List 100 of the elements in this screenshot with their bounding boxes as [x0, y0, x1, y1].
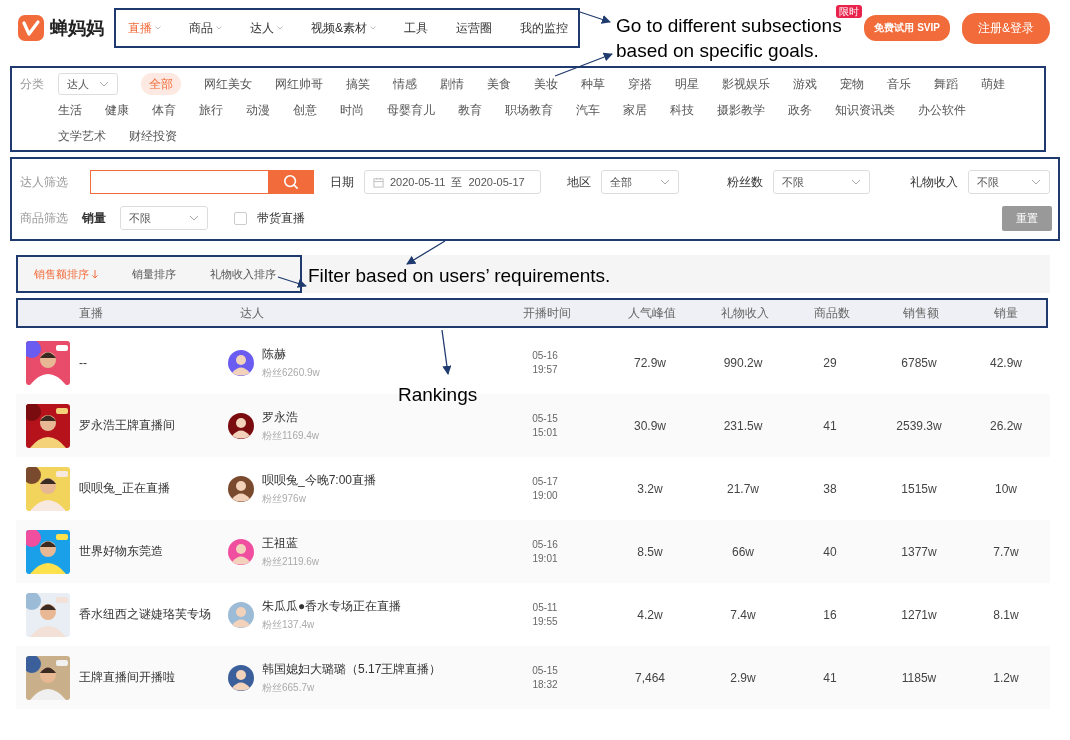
category-item[interactable]: 情感 — [393, 73, 417, 95]
logo-icon — [18, 15, 44, 41]
live-room-title: 世界好物东莞造 — [79, 543, 163, 560]
table-cell-text: 30.9w — [633, 418, 667, 433]
chevron-down-icon — [189, 215, 199, 221]
creator-name: 韩国媳妇大璐璐（5.17王牌直播） — [262, 660, 442, 678]
fans-select[interactable]: 不限 — [773, 170, 870, 194]
logo-text: 蝉妈妈 — [50, 17, 104, 40]
annotation-text: Filter based on users’ requirements. — [308, 265, 611, 287]
category-item[interactable]: 旅行 — [199, 99, 223, 121]
category-item[interactable]: 家居 — [623, 99, 647, 121]
table-cell-text: 3.2w — [636, 481, 664, 496]
start-time: 19:55 — [532, 614, 558, 629]
table-cell-text: 41 — [822, 670, 838, 685]
nav-item[interactable]: 商品 — [189, 19, 222, 37]
category-item[interactable]: 职场教育 — [505, 99, 553, 121]
nav-item[interactable]: 我的监控 — [520, 19, 568, 37]
category-item[interactable]: 明星 — [675, 73, 699, 95]
category-item[interactable]: 办公软件 — [918, 99, 966, 121]
category-label: 分类 — [20, 76, 44, 93]
category-item[interactable]: 萌娃 — [981, 73, 1005, 95]
creator-name: 呗呗兔_今晚7:00直播 — [262, 471, 377, 489]
table-cell-text: 7.4w — [729, 607, 757, 622]
category-item[interactable]: 剧情 — [440, 73, 464, 95]
table-cell-text: 10w — [994, 481, 1018, 496]
gift-income-select[interactable]: 不限 — [968, 170, 1050, 194]
avatar-icon — [228, 601, 254, 628]
table-cell-text: 21.7w — [726, 481, 760, 496]
category-item[interactable]: 时尚 — [340, 99, 364, 121]
category-item[interactable]: 网红帅哥 — [275, 73, 323, 95]
chevron-down-icon — [1031, 179, 1041, 185]
chevron-down-icon — [99, 81, 109, 87]
column-header: 销售额 — [902, 304, 940, 322]
column-header: 达人 — [239, 304, 265, 322]
category-item[interactable]: 美食 — [487, 73, 511, 95]
table-cell-text: 4.2w — [636, 607, 664, 622]
category-item[interactable]: 种草 — [581, 73, 605, 95]
table-cell-text: 7,464 — [634, 670, 666, 685]
category-item[interactable]: 音乐 — [887, 73, 911, 95]
region-select[interactable]: 全部 — [601, 170, 680, 194]
live-room-title: 香水纽西之谜婕珞芙专场 — [79, 606, 211, 623]
limited-time-badge: 限时 — [836, 5, 862, 18]
search-field[interactable] — [90, 170, 268, 194]
sort-tab[interactable]: 销量排序 — [132, 266, 176, 282]
category-item[interactable]: 文学艺术 — [58, 125, 106, 147]
sort-tab[interactable]: 礼物收入排序 — [210, 266, 276, 282]
category-item[interactable]: 创意 — [293, 99, 317, 121]
annotation-text: Go to different subsections based on specific goals. — [616, 15, 842, 63]
fans-count: 粉丝665.7w — [262, 680, 316, 695]
table-cell-text: 66w — [731, 544, 755, 559]
category-item[interactable]: 影视娱乐 — [722, 73, 770, 95]
avatar-icon — [228, 538, 254, 565]
category-item[interactable]: 汽车 — [576, 99, 600, 121]
category-item[interactable]: 母婴育儿 — [387, 99, 435, 121]
column-header: 开播时间 — [522, 304, 572, 322]
sales-volume-label: 销量 — [82, 209, 106, 227]
column-header: 礼物收入 — [720, 304, 770, 322]
start-date: 05-15 — [532, 663, 558, 678]
column-header: 销量 — [993, 304, 1019, 322]
table-cell-text: 26.2w — [989, 418, 1023, 433]
fans-label: 粉丝数 — [727, 173, 764, 191]
category-item[interactable]: 教育 — [458, 99, 482, 121]
nav-item[interactable]: 工具 — [404, 19, 428, 37]
category-item[interactable]: 科技 — [670, 99, 694, 121]
fans-count: 粉丝976w — [262, 491, 307, 506]
date-range-field[interactable]: 2020-05-11 至 2020-05-17 — [364, 170, 542, 194]
category-item[interactable]: 舞蹈 — [934, 73, 958, 95]
sales-volume-select[interactable]: 不限 — [120, 206, 208, 230]
table-cell-text: 40 — [822, 544, 838, 559]
category-item[interactable]: 动漫 — [246, 99, 270, 121]
category-item[interactable]: 美妆 — [534, 73, 558, 95]
nav-item[interactable]: 运营圈 — [456, 19, 492, 37]
category-item[interactable]: 宠物 — [840, 73, 864, 95]
avatar-icon — [228, 664, 254, 691]
table-cell-text: 16 — [822, 607, 838, 622]
category-item[interactable]: 穿搭 — [628, 73, 652, 95]
gift-income-label: 礼物收入 — [910, 173, 958, 191]
category-item[interactable]: 体育 — [152, 99, 176, 121]
search-button[interactable] — [268, 170, 314, 194]
checkbox[interactable] — [234, 211, 247, 225]
live-room-title: -- — [79, 355, 87, 370]
category-item[interactable]: 摄影教学 — [717, 99, 765, 121]
category-item[interactable]: 生活 — [58, 99, 82, 121]
nav-item[interactable]: 达人 — [250, 19, 283, 37]
category-item[interactable]: 政务 — [788, 99, 812, 121]
table-cell-text: 1185w — [900, 670, 938, 685]
category-item[interactable]: 游戏 — [793, 73, 817, 95]
table-cell-text: 2.9w — [729, 670, 757, 685]
chevron-down-icon — [660, 179, 671, 185]
table-cell-text: 8.1w — [992, 607, 1020, 622]
fans-count: 粉丝6260.9w — [262, 365, 320, 380]
category-item[interactable]: 网红美女 — [204, 73, 252, 95]
category-item[interactable]: 知识资讯类 — [835, 99, 895, 121]
date-label: 日期 — [330, 173, 354, 191]
type-select[interactable]: 达人 — [58, 73, 118, 95]
category-item[interactable]: 健康 — [105, 99, 129, 121]
chevron-down-icon — [851, 179, 861, 185]
category-item[interactable]: 搞笑 — [346, 73, 370, 95]
category-item[interactable]: 财经投资 — [129, 125, 177, 147]
nav-item[interactable]: 视频&素材 — [311, 19, 376, 37]
